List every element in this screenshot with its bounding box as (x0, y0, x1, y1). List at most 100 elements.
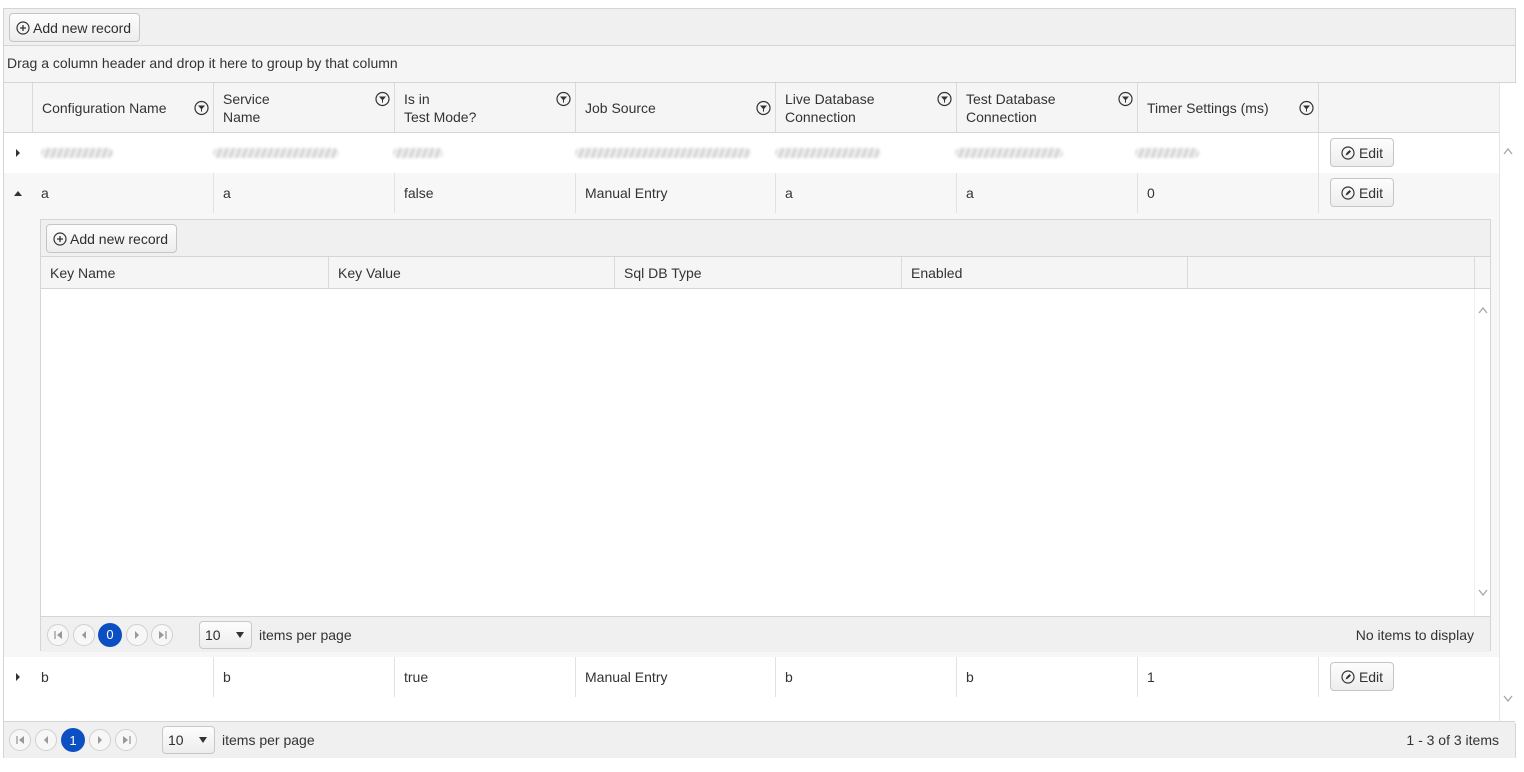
first-page-icon (53, 630, 62, 639)
cell-configuration-name: a (41, 185, 49, 201)
detail-pager: 0 10 items per page No items to display (41, 616, 1490, 652)
column-header-service-name[interactable]: Service Name (213, 83, 394, 132)
filter-icon[interactable] (937, 91, 952, 107)
expand-row-toggle[interactable] (4, 657, 32, 697)
last-page-button[interactable] (115, 729, 137, 751)
column-header-label: Timer Settings (ms) (1147, 99, 1269, 116)
column-header-label: Job Source (585, 99, 656, 116)
previous-page-button[interactable] (35, 729, 57, 751)
cell-job-source: Manual Entry (575, 173, 775, 213)
pencil-circle-icon (1341, 185, 1355, 200)
cell-test-mode: false (394, 173, 575, 213)
add-new-record-label: Add new record (33, 19, 132, 36)
caret-down-icon (14, 191, 22, 196)
cell-job-source (566, 133, 766, 173)
first-page-button[interactable] (47, 623, 69, 646)
column-header-sql-db-type[interactable]: Sql DB Type (614, 257, 901, 288)
redacted-value (41, 148, 113, 158)
grid-toolbar: Add new record (4, 9, 1515, 46)
redacted-value (1135, 148, 1199, 158)
column-header-job-source[interactable]: Job Source (575, 83, 775, 132)
detail-add-new-record-button[interactable]: Add new record (46, 224, 178, 253)
dropdown-caret-icon (236, 631, 244, 638)
column-header-key-name[interactable]: Key Name (41, 257, 328, 288)
grouping-drop-area[interactable]: Drag a column header and drop it here to… (4, 46, 1515, 83)
filter-icon[interactable] (1299, 100, 1314, 115)
current-page-indicator[interactable]: 1 (61, 728, 85, 752)
chevron-down-icon[interactable] (1503, 695, 1513, 703)
cell-commands: Edit (1318, 133, 1499, 173)
add-new-record-label: Add new record (70, 230, 169, 247)
grid-pager: 1 10 items per page 1 - 3 of 3 items (4, 721, 1515, 758)
grid-vertical-scrollbar[interactable] (1499, 83, 1516, 723)
page-size-select[interactable]: 10 (199, 620, 252, 649)
expand-row-toggle[interactable] (4, 133, 32, 173)
edit-button[interactable]: Edit (1330, 662, 1394, 691)
column-header-label: Test Database Connection (966, 90, 1056, 125)
page-size-value: 10 (205, 626, 221, 643)
next-page-icon (98, 736, 102, 744)
column-header-live-database-connection[interactable]: Live Database Connection (775, 83, 956, 132)
edit-button[interactable]: Edit (1330, 138, 1394, 167)
page-size-select[interactable]: 10 (162, 726, 215, 754)
header-scroll-spacer (1474, 257, 1490, 288)
redacted-value (955, 148, 1063, 158)
column-header-commands (1318, 83, 1499, 132)
column-header-enabled[interactable]: Enabled (901, 257, 1187, 288)
next-page-button[interactable] (89, 729, 111, 751)
column-header-is-in-test-mode[interactable]: Is in Test Mode? (394, 83, 575, 132)
detail-vertical-scrollbar[interactable] (1474, 289, 1490, 616)
edit-button[interactable]: Edit (1330, 178, 1394, 207)
table-row[interactable]: b b true Manual Entry b b 1 Edit (4, 657, 1499, 697)
table-row[interactable]: Edit (4, 133, 1499, 173)
caret-right-icon (16, 673, 20, 681)
table-row[interactable]: a a false Manual Entry a a 0 Edit (4, 173, 1499, 213)
cell-service-name: a (213, 173, 394, 213)
column-header-test-database-connection[interactable]: Test Database Connection (956, 83, 1137, 132)
cell-commands: Edit (1318, 657, 1499, 697)
filter-icon[interactable] (375, 91, 390, 107)
column-header-timer-settings[interactable]: Timer Settings (ms) (1137, 83, 1318, 132)
filter-icon[interactable] (756, 100, 771, 115)
configuration-grid: Add new record Drag a column header and … (3, 8, 1516, 758)
last-page-button[interactable] (151, 623, 173, 646)
chevron-up-icon[interactable] (1478, 306, 1488, 314)
chevron-down-icon[interactable] (1478, 589, 1488, 597)
add-new-record-button[interactable]: Add new record (9, 13, 141, 42)
first-page-button[interactable] (9, 729, 31, 751)
chevron-up-icon[interactable] (1503, 147, 1513, 155)
dropdown-caret-icon (199, 737, 207, 743)
cell-test-db: b (956, 657, 1137, 697)
cell-live-db (766, 133, 947, 173)
column-header-label: Is in Test Mode? (404, 90, 477, 125)
first-page-icon (15, 736, 24, 744)
cell-test-db (946, 133, 1127, 173)
redacted-value (393, 148, 443, 158)
cell-test-db: a (956, 173, 1137, 213)
cell-service-name (204, 133, 394, 173)
cell-test-mode (384, 133, 565, 173)
page-size-value: 10 (168, 732, 184, 748)
cell-live-db: a (775, 173, 956, 213)
collapse-row-toggle[interactable] (4, 173, 32, 213)
previous-page-button[interactable] (73, 623, 95, 646)
pencil-circle-icon (1341, 145, 1355, 160)
cell-timer: 0 (1137, 173, 1318, 213)
column-header-commands (1187, 257, 1474, 288)
filter-icon[interactable] (556, 91, 571, 107)
next-page-button[interactable] (126, 623, 148, 646)
filter-icon[interactable] (1118, 91, 1133, 107)
edit-button-label: Edit (1358, 668, 1384, 685)
column-header-label: Configuration Name (42, 99, 167, 116)
edit-button-label: Edit (1358, 144, 1384, 161)
detail-header: Key Name Key Value Sql DB Type Enabled (41, 257, 1490, 289)
column-header-key-value[interactable]: Key Value (328, 257, 614, 288)
last-page-icon (158, 630, 167, 639)
filter-icon[interactable] (194, 100, 209, 115)
detail-toolbar: Add new record (41, 220, 1490, 257)
column-header-configuration-name[interactable]: Configuration Name (32, 83, 213, 132)
column-header-label: Live Database Connection (785, 90, 875, 125)
last-page-icon (122, 736, 131, 744)
current-page-indicator[interactable]: 0 (98, 622, 122, 647)
cell-configuration-name: b (41, 669, 49, 685)
